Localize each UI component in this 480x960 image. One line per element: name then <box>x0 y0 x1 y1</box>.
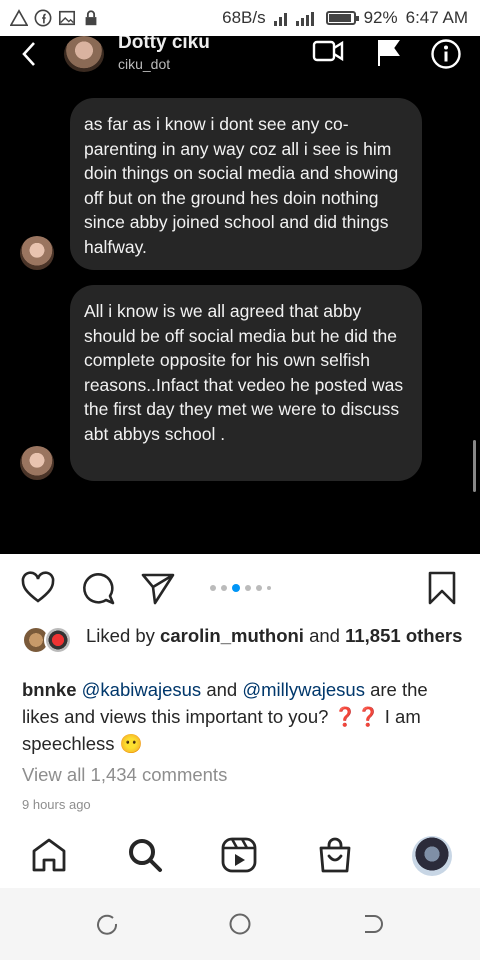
dm-contact-name: Dotty ciku <box>118 36 210 53</box>
flag-icon <box>378 40 400 66</box>
video-call-icon <box>312 40 344 62</box>
profile-avatar[interactable] <box>412 836 452 876</box>
carousel-dot <box>221 585 227 591</box>
post-caption: bnnke @kabiwajesus and @millywajesus are… <box>22 676 462 757</box>
post-actions <box>0 568 480 608</box>
info-icon <box>431 39 461 69</box>
likes-and: and <box>303 625 346 646</box>
carousel-dot <box>245 585 251 591</box>
likes-count[interactable]: 11,851 others <box>345 625 462 646</box>
caption-username[interactable]: bnnke <box>22 679 76 700</box>
message-avatar <box>20 236 54 270</box>
status-bar: 68B/s 92% 6:47 AM <box>0 0 480 36</box>
image-icon <box>58 10 76 26</box>
mention-link[interactable]: @kabiwajesus <box>82 679 202 700</box>
recents-icon[interactable] <box>95 912 119 936</box>
signal-icon <box>273 12 314 26</box>
system-home-icon[interactable] <box>228 912 252 936</box>
message-bubble: All i know is we all agreed that abby sh… <box>70 285 422 481</box>
view-all-comments-link[interactable]: View all 1,434 comments <box>22 764 227 786</box>
battery-percent: 92% <box>363 8 398 27</box>
home-icon[interactable] <box>30 836 68 874</box>
status-left <box>10 9 100 27</box>
share-icon[interactable] <box>140 570 176 606</box>
system-nav-bar <box>0 888 480 960</box>
dm-header: Dotty ciku ciku_dot <box>0 36 480 88</box>
carousel-indicator <box>210 584 271 592</box>
carousel-dot-active <box>232 584 240 592</box>
liker-avatars <box>22 626 76 656</box>
system-back-icon[interactable] <box>360 912 384 936</box>
comment-icon[interactable] <box>80 570 116 606</box>
battery-icon <box>325 11 359 25</box>
caption-and: and <box>201 679 243 700</box>
dm-avatar <box>64 36 104 72</box>
network-speed: 68B/s <box>222 8 266 27</box>
message-bubble: as far as i know i dont see any co-paren… <box>70 98 422 270</box>
heart-icon[interactable] <box>20 570 56 606</box>
mention-link[interactable]: @millywajesus <box>242 679 365 700</box>
carousel-dot <box>256 585 262 591</box>
status-right: 68B/s 92% 6:47 AM <box>222 8 468 28</box>
clock: 6:47 AM <box>405 8 468 27</box>
message-avatar <box>20 446 54 480</box>
back-arrow-icon <box>22 42 35 66</box>
warning-icon <box>10 9 28 27</box>
post-timestamp: 9 hours ago <box>22 797 91 812</box>
lock-icon <box>85 10 97 26</box>
carousel-dot <box>210 585 216 591</box>
chat-scrollbar <box>473 440 476 492</box>
post-image[interactable]: Dotty ciku ciku_dot as far as i know i d… <box>0 36 480 554</box>
bookmark-icon[interactable] <box>424 570 460 606</box>
bottom-nav <box>0 830 480 882</box>
liked-by-user[interactable]: carolin_muthoni <box>160 625 304 646</box>
carousel-dot <box>267 586 271 590</box>
facebook-icon <box>34 9 52 27</box>
liker-avatar <box>44 626 72 654</box>
reels-icon[interactable] <box>220 836 258 874</box>
likes-text[interactable]: Liked by carolin_muthoni and 11,851 othe… <box>86 624 466 648</box>
likes-prefix: Liked by <box>86 625 161 646</box>
dm-contact-username: ciku_dot <box>118 56 171 72</box>
shop-icon[interactable] <box>316 836 354 874</box>
search-icon[interactable] <box>126 836 164 874</box>
